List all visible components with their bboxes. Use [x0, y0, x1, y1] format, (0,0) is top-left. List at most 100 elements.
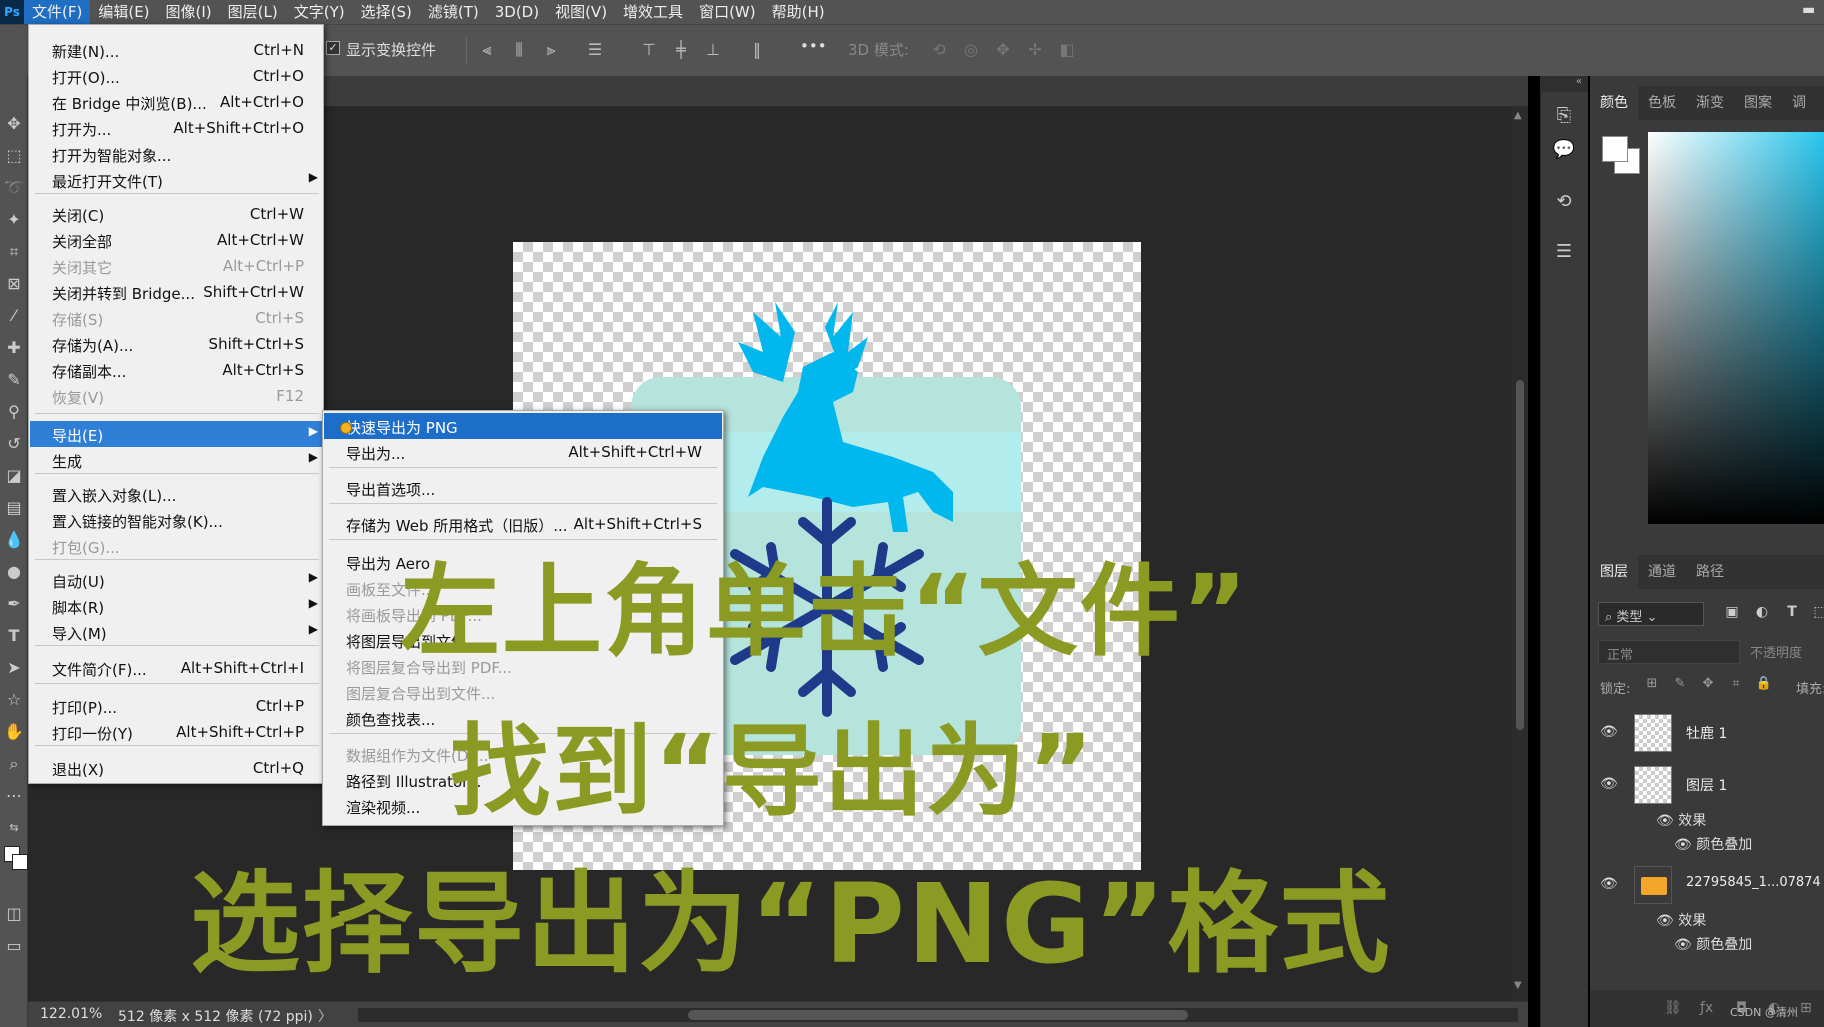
- layer-row[interactable]: 👁 22795845_1...07874: [1590, 860, 1824, 910]
- blur-tool-icon[interactable]: 💧: [2, 528, 26, 552]
- menu-window[interactable]: 窗口(W): [691, 0, 764, 24]
- color-overlay-row[interactable]: 👁 颜色叠加: [1674, 834, 1752, 854]
- file-menu-item[interactable]: 存储(S) Ctrl+S: [30, 305, 322, 331]
- more-tools-icon[interactable]: ⋯: [2, 784, 26, 808]
- zoom-level[interactable]: 122.01%: [40, 1006, 102, 1022]
- align-center-h-icon[interactable]: ⫼: [508, 39, 530, 61]
- file-menu-item[interactable]: 文件简介(F)... Alt+Shift+Ctrl+I: [30, 655, 322, 681]
- lock-all-icon[interactable]: 🔒: [1754, 676, 1774, 696]
- color-overlay-row[interactable]: 👁 颜色叠加: [1674, 934, 1752, 954]
- scroll-down-icon[interactable]: ▼: [1514, 980, 1522, 991]
- pan-3d-icon[interactable]: ✥: [992, 39, 1014, 61]
- brush-tool-icon[interactable]: ✎: [2, 368, 26, 392]
- tab-layers[interactable]: 图层: [1590, 555, 1638, 589]
- align-top-icon[interactable]: ⊤: [638, 39, 660, 61]
- file-menu-item[interactable]: 置入嵌入对象(L)...: [30, 481, 322, 507]
- horizontal-scroll-thumb[interactable]: [688, 1010, 1188, 1020]
- tab-channels[interactable]: 通道: [1638, 555, 1686, 589]
- comments-panel-icon[interactable]: 💬: [1550, 136, 1578, 164]
- menu-filter[interactable]: 滤镜(T): [420, 0, 487, 24]
- menu-plugins[interactable]: 增效工具: [615, 0, 691, 24]
- export-menu-item[interactable]: 导出首选项...: [324, 475, 722, 501]
- layer-effects-row[interactable]: 👁 效果: [1656, 910, 1706, 930]
- marquee-tool-icon[interactable]: ⬚: [2, 144, 26, 168]
- pen-tool-icon[interactable]: ✒: [2, 592, 26, 616]
- layer-filter-select[interactable]: ⌕ 类型 ⌄: [1598, 602, 1704, 626]
- distribute-v-icon[interactable]: ‖: [746, 39, 768, 61]
- history-brush-tool-icon[interactable]: ↺: [2, 432, 26, 456]
- file-menu-item[interactable]: 脚本(R) ▶: [30, 593, 322, 619]
- distribute-h-icon[interactable]: ☰: [584, 39, 606, 61]
- align-bottom-icon[interactable]: ⊥: [702, 39, 724, 61]
- scroll-up-icon[interactable]: ▲: [1514, 110, 1522, 121]
- file-menu-item[interactable]: 关闭并转到 Bridge... Shift+Ctrl+W: [30, 279, 322, 305]
- file-menu-item[interactable]: 关闭全部 Alt+Ctrl+W: [30, 227, 322, 253]
- layer-row[interactable]: 👁 图层 1: [1590, 760, 1824, 810]
- path-selection-tool-icon[interactable]: ➤: [2, 656, 26, 680]
- tab-paths[interactable]: 路径: [1686, 555, 1734, 589]
- file-menu-item[interactable]: 恢复(V) F12: [30, 383, 322, 409]
- tab-patterns[interactable]: 图案: [1734, 86, 1782, 120]
- file-menu-item[interactable]: 打开(O)... Ctrl+O: [30, 63, 322, 89]
- history-panel-icon[interactable]: ⎘: [1550, 102, 1578, 130]
- magic-wand-tool-icon[interactable]: ✦: [2, 208, 26, 232]
- file-menu-item[interactable]: 在 Bridge 中浏览(B)... Alt+Ctrl+O: [30, 89, 322, 115]
- file-menu-item[interactable]: 打印(P)... Ctrl+P: [30, 693, 322, 719]
- lock-artboard-icon[interactable]: ⌗: [1726, 676, 1746, 696]
- slide-3d-icon[interactable]: ✢: [1024, 39, 1046, 61]
- minimize-icon[interactable]: ▬: [1802, 2, 1816, 18]
- shape-tool-icon[interactable]: ☆: [2, 688, 26, 712]
- menu-3d[interactable]: 3D(D): [487, 0, 547, 24]
- menu-image[interactable]: 图像(I): [158, 0, 220, 24]
- link-layers-icon[interactable]: ⛓: [1664, 1000, 1682, 1016]
- lock-transparent-icon[interactable]: ⊞: [1642, 676, 1662, 696]
- layer-style-icon[interactable]: ƒx: [1700, 1000, 1713, 1016]
- align-right-icon[interactable]: ⫸: [540, 39, 562, 61]
- file-menu-item[interactable]: 新建(N)... Ctrl+N: [30, 37, 322, 63]
- swap-colors-icon[interactable]: ⇆: [2, 816, 26, 840]
- align-middle-v-icon[interactable]: ╪: [670, 39, 692, 61]
- filter-adjustment-icon[interactable]: ◐: [1752, 604, 1772, 624]
- horizontal-scrollbar[interactable]: [358, 1008, 1518, 1022]
- filter-pixel-icon[interactable]: ▣: [1722, 604, 1742, 624]
- visibility-eye-icon[interactable]: 👁: [1600, 724, 1620, 740]
- file-menu-item[interactable]: 导出(E) ▶: [30, 421, 322, 447]
- scale-3d-icon[interactable]: ◧: [1056, 39, 1078, 61]
- roll-3d-icon[interactable]: ◎: [960, 39, 982, 61]
- file-menu-item[interactable]: 打包(G)...: [30, 533, 322, 559]
- export-menu-item[interactable]: 导出为... Alt+Shift+Ctrl+W: [324, 439, 722, 465]
- menu-select[interactable]: 选择(S): [353, 0, 420, 24]
- color-picker-field[interactable]: [1648, 132, 1824, 524]
- visibility-eye-icon[interactable]: 👁: [1600, 776, 1620, 792]
- stamp-tool-icon[interactable]: ⚲: [2, 400, 26, 424]
- show-transform-checkbox[interactable]: ✓: [326, 41, 340, 55]
- tab-swatches[interactable]: 色板: [1638, 86, 1686, 120]
- frame-tool-icon[interactable]: ⊠: [2, 272, 26, 296]
- move-tool-icon[interactable]: ✥: [2, 112, 26, 136]
- crop-tool-icon[interactable]: ⌗: [2, 240, 26, 264]
- file-menu-item[interactable]: 导入(M) ▶: [30, 619, 322, 645]
- tab-gradients[interactable]: 渐变: [1686, 86, 1734, 120]
- more-options-icon[interactable]: •••: [800, 37, 827, 55]
- menu-help[interactable]: 帮助(H): [764, 0, 833, 24]
- screen-mode-icon[interactable]: ▭: [2, 934, 26, 958]
- eraser-tool-icon[interactable]: ◪: [2, 464, 26, 488]
- vertical-scroll-thumb[interactable]: [1516, 380, 1524, 730]
- quick-mask-icon[interactable]: ◫: [2, 902, 26, 926]
- actions-panel-icon[interactable]: ⟲: [1550, 188, 1578, 216]
- lasso-tool-icon[interactable]: ➰: [2, 176, 26, 200]
- file-menu-item[interactable]: 存储为(A)... Shift+Ctrl+S: [30, 331, 322, 357]
- file-menu-item[interactable]: 关闭其它 Alt+Ctrl+P: [30, 253, 322, 279]
- tab-adjust[interactable]: 调: [1782, 86, 1816, 120]
- file-menu-item[interactable]: 最近打开文件(T) ▶: [30, 167, 322, 193]
- menu-view[interactable]: 视图(V): [547, 0, 615, 24]
- file-menu-item[interactable]: 打开为智能对象...: [30, 141, 322, 167]
- menu-type[interactable]: 文字(Y): [286, 0, 353, 24]
- lock-pixels-icon[interactable]: ✎: [1670, 676, 1690, 696]
- collapse-panels-icon[interactable]: «: [1540, 76, 1588, 92]
- file-menu-item[interactable]: 存储副本... Alt+Ctrl+S: [30, 357, 322, 383]
- layer-effects-row[interactable]: 👁 效果: [1656, 810, 1706, 830]
- adjustments-panel-icon[interactable]: ☰: [1550, 238, 1578, 266]
- type-tool-icon[interactable]: T: [2, 624, 26, 648]
- menu-file[interactable]: 文件(F): [24, 0, 91, 24]
